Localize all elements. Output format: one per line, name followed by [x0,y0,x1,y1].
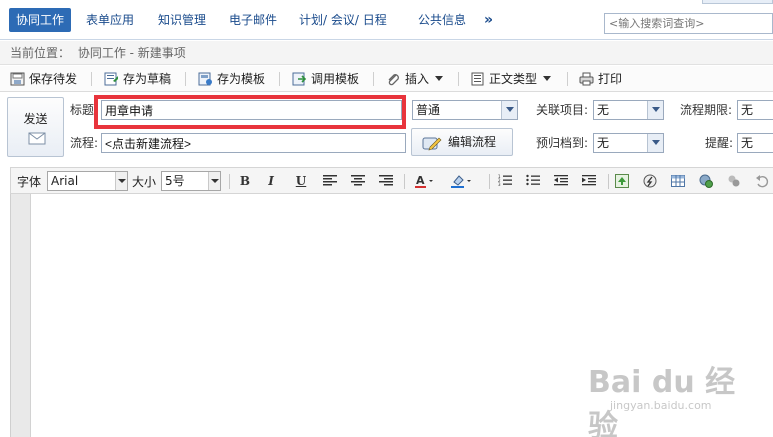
breadcrumb-path: 协同工作 - 新建事项 [77,46,186,60]
insert-flash-icon[interactable] [641,172,659,190]
body-type-label: 正文类型 [489,72,538,86]
search-cap [702,0,773,4]
edit-flow-label: 编辑流程 [448,135,497,149]
document-icon [470,72,485,86]
paperclip-icon [386,72,401,86]
related-project-select[interactable]: 无 [593,100,664,120]
special-char-icon[interactable] [725,172,743,190]
font-label: 字体 [17,175,42,189]
body-type-dropdown[interactable]: 正文类型 [470,70,552,88]
title-label: 标题 [70,103,95,117]
watermark-url: jingyan.baidu.com [610,399,712,412]
tab-form-apps[interactable]: 表单应用 [86,8,134,32]
tab-public-info[interactable]: 公共信息 [418,8,466,32]
editor-toolbar: 字体 Arial 大小 5号 B I U A 123 [10,167,773,194]
remind-select[interactable]: 无 [737,133,773,153]
highlight-color-icon[interactable] [451,172,471,190]
title-highlight-box [94,95,406,129]
chevron-down-icon [435,76,444,81]
deadline-value: 无 [741,103,754,117]
ordered-list-icon[interactable]: 123 [496,172,514,190]
save-icon [10,72,25,86]
tab-plan-meeting-schedule[interactable]: 计划/ 会议/ 日程 [299,8,387,32]
deadline-label: 流程期限: [680,103,733,117]
font-color-icon[interactable]: A [415,172,433,190]
archive-select[interactable]: 无 [593,133,664,153]
save-pending-button[interactable]: 保存待发 [10,70,77,88]
remind-label: 提醒: [705,136,734,150]
tab-email[interactable]: 电子邮件 [229,8,277,32]
flow-edit-icon [422,134,442,160]
draft-icon [104,72,119,86]
insert-table-icon[interactable] [669,172,687,190]
flow-input[interactable] [101,133,406,153]
chevron-down-icon [501,101,517,119]
align-left-icon[interactable] [321,172,339,190]
italic-button[interactable]: I [262,172,280,190]
send-label: 发送 [23,112,48,126]
envelope-icon [28,132,46,148]
outdent-icon[interactable] [552,172,570,190]
printer-icon [579,72,594,86]
align-right-icon[interactable] [377,172,395,190]
archive-value: 无 [597,136,610,150]
save-template-label: 存为模板 [217,72,266,86]
save-pending-label: 保存待发 [29,72,78,86]
size-select[interactable]: 5号 [161,171,221,191]
underline-button[interactable]: U [292,172,310,190]
search-input[interactable] [604,13,773,34]
print-button[interactable]: 打印 [579,70,622,88]
align-center-icon[interactable] [349,172,367,190]
emoticon-icon[interactable] [697,172,715,190]
chevron-down-icon [208,172,220,190]
size-label: 大小 [132,175,157,189]
deadline-select[interactable]: 无 [737,100,773,120]
main-toolbar: 保存待发 存为草稿 存为模板 调用模板 插入 正文类型 打印 [0,66,773,92]
breadcrumb-prefix: 当前位置： [10,46,71,60]
insert-dropdown[interactable]: 插入 [386,70,444,88]
related-project-value: 无 [597,103,610,117]
chevron-down-icon [115,172,127,190]
insert-image-icon[interactable] [613,172,631,190]
related-project-label: 关联项目: [536,103,589,117]
svg-text:A: A [416,174,425,187]
archive-label: 预归档到: [536,136,589,150]
importance-value: 普通 [416,103,441,117]
use-template-button[interactable]: 调用模板 [292,70,359,88]
breadcrumb: 当前位置： 协同工作 - 新建事项 [0,41,773,65]
importance-select[interactable]: 普通 [412,100,518,120]
save-draft-button[interactable]: 存为草稿 [104,70,171,88]
tab-knowledge[interactable]: 知识管理 [158,8,206,32]
chevron-down-icon [543,76,552,81]
editor-gutter [11,194,31,437]
use-template-label: 调用模板 [311,72,360,86]
indent-icon[interactable] [580,172,598,190]
chevron-down-icon [647,134,663,152]
save-template-button[interactable]: 存为模板 [198,70,265,88]
tab-collaboration[interactable]: 协同工作 [9,8,72,32]
font-select[interactable]: Arial [47,171,128,191]
remind-value: 无 [741,136,754,150]
baidu-jingyan-watermark: Bai du 经验 jingyan.baidu.com [588,357,758,437]
send-button[interactable]: 发送 [7,97,64,157]
font-value: Arial [51,174,79,188]
chevron-down-icon [647,101,663,119]
save-draft-label: 存为草稿 [123,72,172,86]
top-navigation: 协同工作 表单应用 知识管理 电子邮件 计划/ 会议/ 日程 公共信息 » [0,0,773,40]
svg-text:3: 3 [498,182,501,186]
new-item-form: 发送 标题 普通 关联项目: 无 流程期限: 无 流程: 编辑流程 预归档到: … [0,93,773,167]
edit-flow-button[interactable]: 编辑流程 [411,128,513,156]
load-template-icon [292,72,307,86]
bold-button[interactable]: B [236,172,254,190]
flow-label: 流程: [70,136,99,150]
watermark-logo: Bai du 经验 [588,365,736,437]
bullet-list-icon[interactable] [524,172,542,190]
insert-label: 插入 [405,72,430,86]
template-icon [198,72,213,86]
size-value: 5号 [165,174,185,188]
more-tabs-button[interactable]: » [484,8,493,32]
print-label: 打印 [598,72,623,86]
undo-icon[interactable] [753,172,771,190]
